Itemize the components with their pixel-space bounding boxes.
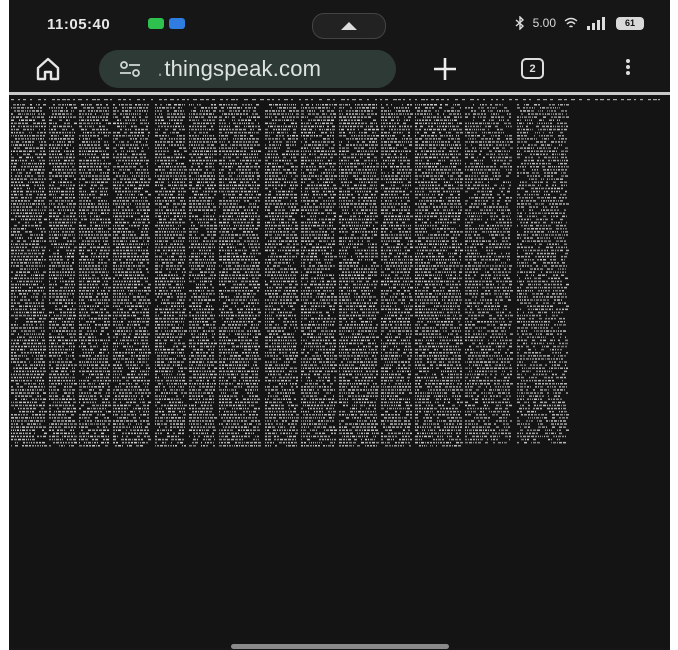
phone-screen: 11:05:40 5.00 61 .thingspeak.com 2	[9, 0, 670, 650]
url-domain: thingspeak.com	[164, 56, 322, 81]
media-icon	[341, 22, 357, 30]
data-text-rows	[11, 99, 660, 447]
dynamic-island[interactable]	[312, 13, 386, 39]
home-icon[interactable]	[35, 56, 61, 82]
notification-chat-icon	[148, 18, 164, 29]
data-text-block	[11, 99, 660, 447]
wifi-icon	[564, 17, 578, 28]
status-bar: 11:05:40 5.00 61	[9, 0, 670, 44]
tab-switcher-button[interactable]: 2	[521, 58, 544, 79]
browser-toolbar: .thingspeak.com 2	[9, 48, 670, 90]
status-clock: 11:05:40	[47, 16, 111, 33]
page-content[interactable]	[9, 92, 670, 648]
status-icons: 5.00 61	[515, 16, 644, 30]
site-settings-icon[interactable]	[119, 60, 141, 78]
notification-message-icon	[169, 18, 185, 29]
home-indicator[interactable]	[231, 644, 449, 649]
url-text: .thingspeak.com	[157, 56, 322, 81]
more-menu-icon[interactable]	[623, 57, 633, 81]
signal-icon	[587, 16, 605, 30]
new-tab-button[interactable]	[428, 50, 462, 88]
bluetooth-icon	[515, 16, 524, 30]
plus-icon	[434, 58, 456, 80]
battery-icon: 61	[616, 16, 644, 30]
network-speed: 5.00	[532, 16, 556, 30]
address-bar[interactable]: .thingspeak.com	[99, 50, 396, 88]
